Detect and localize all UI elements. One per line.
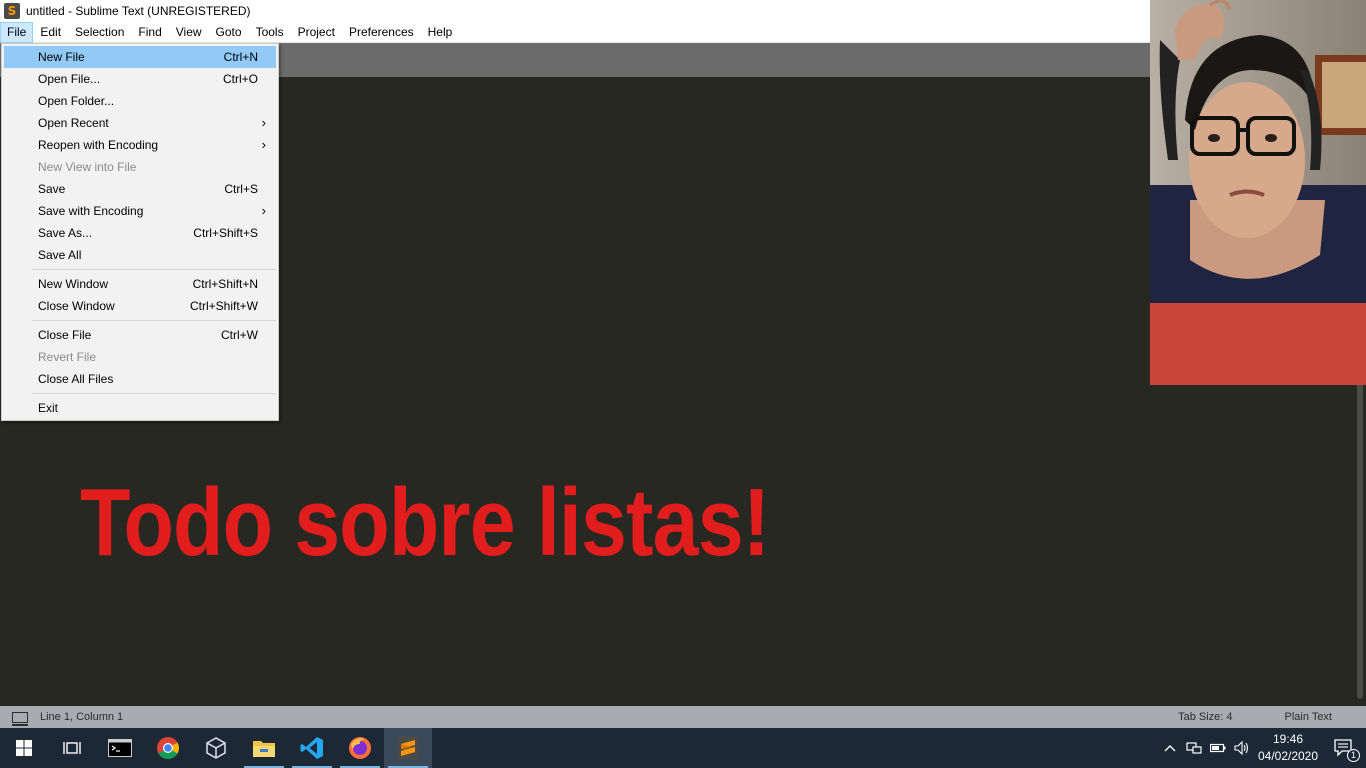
menu-item-label: Save xyxy=(38,182,66,196)
menu-item-save[interactable]: Save Ctrl+S xyxy=(4,178,276,200)
file-menu-dropdown: New File Ctrl+N Open File... Ctrl+O Open… xyxy=(1,43,279,421)
menu-item-open-recent[interactable]: Open Recent › xyxy=(4,112,276,134)
folder-icon xyxy=(253,741,275,757)
firefox-icon xyxy=(349,737,371,759)
menu-item-label: Open Folder... xyxy=(38,94,115,108)
task-view-icon xyxy=(63,742,81,754)
menu-help[interactable]: Help xyxy=(421,22,460,43)
windows-start-button[interactable] xyxy=(0,728,48,768)
sublime-text-icon: S xyxy=(4,3,20,19)
taskbar-vscode[interactable] xyxy=(288,728,336,768)
clock-date: 04/02/2020 xyxy=(1257,749,1319,763)
cursor-position: Line 1, Column 1 xyxy=(40,711,124,723)
chrome-icon xyxy=(157,737,179,759)
volume-icon[interactable] xyxy=(1230,728,1254,768)
tab-size-indicator[interactable]: Tab Size: 4 xyxy=(1178,711,1232,723)
menu-item-save-as[interactable]: Save As... Ctrl+Shift+S xyxy=(4,222,276,244)
menu-item-label: New File xyxy=(38,50,85,64)
menu-separator xyxy=(32,320,276,321)
menu-item-label: Open File... xyxy=(38,72,101,86)
taskbar: 19:46 04/02/2020 1 xyxy=(0,728,1366,768)
menu-separator xyxy=(32,393,276,394)
menu-item-save-with-encoding[interactable]: Save with Encoding › xyxy=(4,200,276,222)
syntax-indicator[interactable]: Plain Text xyxy=(1285,711,1333,723)
vscode-icon xyxy=(300,737,323,759)
menu-item-label: Close All Files xyxy=(38,372,114,386)
menu-item-label: Exit xyxy=(38,401,59,415)
menu-item-label: Reopen with Encoding xyxy=(38,138,159,152)
status-bar: Line 1, Column 1 Tab Size: 4 Plain Text xyxy=(0,706,1366,728)
menu-item-exit[interactable]: Exit xyxy=(4,397,276,419)
menu-item-new-view-into-file[interactable]: New View into File xyxy=(4,156,276,178)
menu-item-shortcut: Ctrl+Shift+S xyxy=(193,226,258,240)
menu-item-shortcut: Ctrl+S xyxy=(224,182,258,196)
taskbar-chrome[interactable] xyxy=(144,728,192,768)
terminal-icon xyxy=(108,739,132,757)
menu-item-close-file[interactable]: Close File Ctrl+W xyxy=(4,324,276,346)
taskbar-virtualbox[interactable] xyxy=(192,728,240,768)
submenu-arrow-icon: › xyxy=(261,203,266,218)
menu-item-open-file[interactable]: Open File... Ctrl+O xyxy=(4,68,276,90)
menu-item-save-all[interactable]: Save All xyxy=(4,244,276,266)
task-view-button[interactable] xyxy=(48,728,96,768)
menu-tools[interactable]: Tools xyxy=(249,22,291,43)
clock-time: 19:46 xyxy=(1272,732,1304,746)
taskbar-file-explorer[interactable] xyxy=(240,728,288,768)
menu-item-revert-file[interactable]: Revert File xyxy=(4,346,276,368)
menu-edit[interactable]: Edit xyxy=(33,22,68,43)
overlay-title: Todo sobre listas! xyxy=(80,469,770,576)
sublime-text-taskbar-icon xyxy=(397,736,419,760)
menu-item-reopen-with-encoding[interactable]: Reopen with Encoding › xyxy=(4,134,276,156)
menu-item-label: Close File xyxy=(38,328,92,342)
menu-find[interactable]: Find xyxy=(131,22,168,43)
menu-item-label: Save All xyxy=(38,248,82,262)
menu-item-close-window[interactable]: Close Window Ctrl+Shift+W xyxy=(4,295,276,317)
menu-project[interactable]: Project xyxy=(291,22,342,43)
menu-item-label: Save with Encoding xyxy=(38,204,144,218)
windows-logo-icon xyxy=(16,740,32,756)
taskbar-firefox[interactable] xyxy=(336,728,384,768)
submenu-arrow-icon: › xyxy=(261,115,266,130)
menu-separator xyxy=(32,269,276,270)
menu-item-label: New Window xyxy=(38,277,109,291)
system-tray: 19:46 04/02/2020 1 xyxy=(1158,728,1366,768)
network-icon[interactable] xyxy=(1182,728,1206,768)
menu-goto[interactable]: Goto xyxy=(209,22,249,43)
menu-item-label: Open Recent xyxy=(38,116,109,130)
taskbar-sublime-text[interactable] xyxy=(384,728,432,768)
taskbar-clock[interactable]: 19:46 04/02/2020 xyxy=(1254,731,1322,765)
panel-toggle-icon[interactable] xyxy=(12,711,28,726)
menu-item-shortcut: Ctrl+O xyxy=(222,72,258,86)
menu-preferences[interactable]: Preferences xyxy=(342,22,421,43)
menu-item-close-all-files[interactable]: Close All Files xyxy=(4,368,276,390)
menu-item-new-file[interactable]: New File Ctrl+N xyxy=(4,46,276,68)
menu-item-open-folder[interactable]: Open Folder... xyxy=(4,90,276,112)
menu-item-label: Revert File xyxy=(38,350,97,364)
window-title: untitled - Sublime Text (UNREGISTERED) xyxy=(26,4,251,18)
notification-badge: 1 xyxy=(1347,749,1360,762)
menu-item-label: Save As... xyxy=(38,226,93,240)
show-hidden-icons-chevron-icon[interactable] xyxy=(1158,728,1182,768)
menu-item-shortcut: Ctrl+N xyxy=(223,50,258,64)
menu-item-shortcut: Ctrl+W xyxy=(221,328,258,342)
menu-selection[interactable]: Selection xyxy=(68,22,131,43)
webcam-overlay xyxy=(1150,0,1366,385)
taskbar-terminal[interactable] xyxy=(96,728,144,768)
action-center-button[interactable]: 1 xyxy=(1322,728,1366,768)
menu-view[interactable]: View xyxy=(169,22,209,43)
menu-item-shortcut: Ctrl+Shift+N xyxy=(192,277,258,291)
virtualbox-icon xyxy=(206,737,226,759)
menu-item-label: New View into File xyxy=(38,160,137,174)
menu-item-new-window[interactable]: New Window Ctrl+Shift+N xyxy=(4,273,276,295)
menu-item-label: Close Window xyxy=(38,299,115,313)
menu-file[interactable]: File xyxy=(0,21,34,43)
battery-icon[interactable] xyxy=(1206,728,1230,768)
webcam-person-image xyxy=(1150,0,1366,385)
submenu-arrow-icon: › xyxy=(261,137,266,152)
menu-item-shortcut: Ctrl+Shift+W xyxy=(189,299,258,313)
